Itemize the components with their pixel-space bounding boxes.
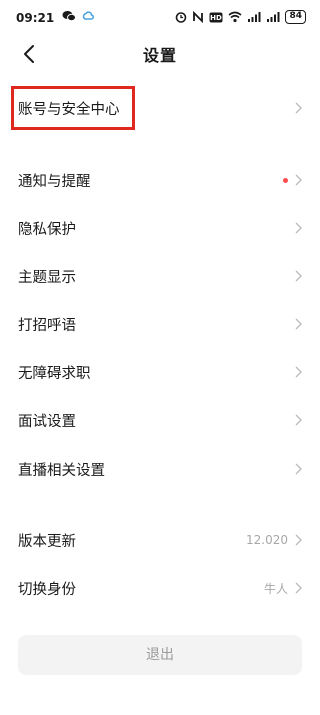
status-right-icons: HD 84 — [175, 10, 306, 24]
status-bar: 09:21 HD 84 — [0, 0, 320, 36]
menu-item-label: 无障碍求职 — [18, 365, 91, 382]
notification-dot — [283, 177, 288, 183]
menu-item-label: 主题显示 — [18, 269, 76, 286]
battery-indicator: 84 — [285, 10, 306, 24]
menu-item-accessibility[interactable]: 无障碍求职 — [0, 348, 320, 396]
signal-icon — [248, 12, 261, 22]
signal-icon — [267, 12, 280, 22]
logout-button[interactable]: 退出 — [18, 635, 302, 675]
menu-item-version-update[interactable]: 版本更新 12.020 — [0, 516, 320, 564]
version-value: 12.020 — [246, 533, 288, 547]
svg-text:HD: HD — [211, 14, 223, 22]
menu-item-label: 打招呼语 — [18, 317, 76, 334]
chevron-right-icon — [295, 463, 302, 475]
wifi-icon — [228, 11, 242, 23]
identity-value: 牛人 — [263, 581, 288, 596]
menu-item-theme[interactable]: 主题显示 — [0, 252, 320, 300]
menu-item-interview[interactable]: 面试设置 — [0, 396, 320, 444]
menu-item-label: 隐私保护 — [18, 221, 76, 238]
menu-item-label: 直播相关设置 — [18, 462, 105, 479]
wechat-icon — [62, 11, 76, 22]
chevron-right-icon — [295, 222, 302, 234]
chevron-right-icon — [295, 102, 302, 114]
menu-item-label: 账号与安全中心 — [18, 101, 120, 118]
menu-item-label: 面试设置 — [18, 413, 76, 430]
menu-item-notifications[interactable]: 通知与提醒 — [0, 156, 320, 204]
status-time: 09:21 — [16, 11, 55, 25]
menu-item-switch-identity[interactable]: 切换身份 牛人 — [0, 564, 320, 612]
alarm-icon — [176, 12, 187, 23]
menu-item-privacy[interactable]: 隐私保护 — [0, 204, 320, 252]
menu-item-live-stream[interactable]: 直播相关设置 — [0, 445, 320, 493]
menu-item-label: 通知与提醒 — [18, 173, 91, 190]
chevron-right-icon — [295, 366, 302, 378]
chevron-right-icon — [295, 174, 302, 186]
status-left-icons — [62, 10, 94, 22]
nav-bar: 设置 — [0, 36, 320, 70]
menu-item-account-security[interactable]: 账号与安全中心 — [0, 84, 320, 132]
menu-item-label: 版本更新 — [18, 533, 76, 550]
menu-item-label: 切换身份 — [18, 581, 76, 598]
chevron-right-icon — [295, 414, 302, 426]
nfc-icon — [193, 11, 204, 23]
hd-icon: HD — [209, 12, 223, 22]
chevron-right-icon — [295, 582, 302, 594]
page-title: 设置 — [142, 46, 177, 65]
chevron-right-icon — [295, 270, 302, 282]
chevron-right-icon — [295, 318, 302, 330]
cloud-icon — [82, 11, 94, 20]
chevron-right-icon — [295, 534, 302, 546]
menu-item-greeting[interactable]: 打招呼语 — [0, 300, 320, 348]
